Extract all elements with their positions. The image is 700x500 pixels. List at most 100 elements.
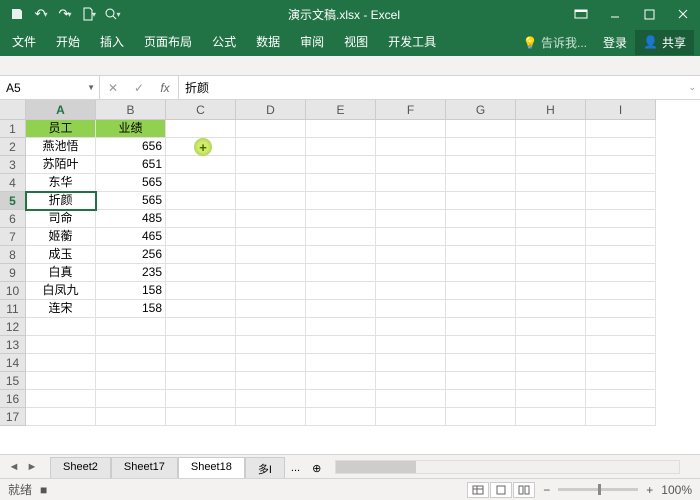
- cell[interactable]: [306, 156, 376, 174]
- cell[interactable]: 565: [96, 174, 166, 192]
- cell[interactable]: 158: [96, 282, 166, 300]
- cell[interactable]: [306, 174, 376, 192]
- cell[interactable]: [446, 210, 516, 228]
- cell[interactable]: [586, 408, 656, 426]
- cell[interactable]: [236, 390, 306, 408]
- cell[interactable]: [446, 174, 516, 192]
- tab-home[interactable]: 开始: [46, 28, 90, 56]
- cell[interactable]: [236, 138, 306, 156]
- formula-input[interactable]: [185, 81, 694, 95]
- cell[interactable]: [516, 174, 586, 192]
- cell[interactable]: [306, 318, 376, 336]
- cell[interactable]: 姬蘅: [26, 228, 96, 246]
- minimize-button[interactable]: [598, 0, 632, 28]
- row-header[interactable]: 14: [0, 354, 26, 372]
- view-page-layout[interactable]: [490, 482, 512, 498]
- cell[interactable]: [306, 354, 376, 372]
- tab-data[interactable]: 数据: [246, 28, 290, 56]
- tell-me[interactable]: 💡 告诉我...: [515, 34, 595, 51]
- cell[interactable]: [306, 192, 376, 210]
- cell[interactable]: [446, 228, 516, 246]
- cell[interactable]: [376, 156, 446, 174]
- cell[interactable]: [586, 336, 656, 354]
- cell[interactable]: 员工: [26, 120, 96, 138]
- cell[interactable]: [516, 354, 586, 372]
- view-page-break[interactable]: [513, 482, 535, 498]
- cell[interactable]: [376, 120, 446, 138]
- tab-insert[interactable]: 插入: [90, 28, 134, 56]
- new-icon[interactable]: ▾: [78, 3, 100, 25]
- tab-formulas[interactable]: 公式: [202, 28, 246, 56]
- print-preview-icon[interactable]: ▾: [102, 3, 124, 25]
- tab-review[interactable]: 审阅: [290, 28, 334, 56]
- col-header[interactable]: B: [96, 100, 166, 120]
- cell[interactable]: [306, 120, 376, 138]
- cell[interactable]: [446, 408, 516, 426]
- cell[interactable]: [376, 300, 446, 318]
- cell[interactable]: [306, 264, 376, 282]
- save-icon[interactable]: [6, 3, 28, 25]
- cell[interactable]: [166, 246, 236, 264]
- cell[interactable]: [236, 246, 306, 264]
- cell[interactable]: 东华: [26, 174, 96, 192]
- cell[interactable]: [586, 138, 656, 156]
- cell[interactable]: [26, 390, 96, 408]
- cell[interactable]: 651: [96, 156, 166, 174]
- tab-view[interactable]: 视图: [334, 28, 378, 56]
- cell[interactable]: [96, 354, 166, 372]
- macro-record-icon[interactable]: ■: [40, 483, 47, 497]
- cell[interactable]: [236, 282, 306, 300]
- cell[interactable]: [446, 336, 516, 354]
- cell[interactable]: [586, 120, 656, 138]
- row-header[interactable]: 13: [0, 336, 26, 354]
- sheet-tab[interactable]: 多I: [245, 457, 285, 480]
- cell[interactable]: [516, 192, 586, 210]
- cell[interactable]: [376, 138, 446, 156]
- row-header[interactable]: 10: [0, 282, 26, 300]
- cell[interactable]: [446, 138, 516, 156]
- cell[interactable]: [166, 120, 236, 138]
- cell[interactable]: [586, 318, 656, 336]
- cell[interactable]: [166, 210, 236, 228]
- col-header[interactable]: E: [306, 100, 376, 120]
- cell[interactable]: [516, 318, 586, 336]
- cell[interactable]: [306, 300, 376, 318]
- sheet-tab[interactable]: Sheet17: [111, 457, 178, 480]
- cell[interactable]: [376, 246, 446, 264]
- zoom-out[interactable]: −: [543, 483, 550, 497]
- name-box[interactable]: ▼: [0, 76, 100, 99]
- undo-icon[interactable]: ↶▾: [30, 3, 52, 25]
- cell[interactable]: [236, 210, 306, 228]
- col-header[interactable]: D: [236, 100, 306, 120]
- row-header[interactable]: 7: [0, 228, 26, 246]
- cell[interactable]: [586, 156, 656, 174]
- cell[interactable]: [236, 354, 306, 372]
- row-header[interactable]: 9: [0, 264, 26, 282]
- cell[interactable]: 256: [96, 246, 166, 264]
- cell[interactable]: [516, 210, 586, 228]
- redo-icon[interactable]: ↷▾: [54, 3, 76, 25]
- cell[interactable]: [516, 300, 586, 318]
- cell[interactable]: [166, 156, 236, 174]
- cell[interactable]: [306, 138, 376, 156]
- cell[interactable]: [96, 372, 166, 390]
- cell[interactable]: [236, 336, 306, 354]
- cell[interactable]: [586, 174, 656, 192]
- cell[interactable]: [516, 372, 586, 390]
- cell[interactable]: 158: [96, 300, 166, 318]
- cell[interactable]: [376, 390, 446, 408]
- cell[interactable]: [446, 390, 516, 408]
- cell[interactable]: [516, 390, 586, 408]
- scrollbar-thumb[interactable]: [336, 461, 416, 473]
- cell[interactable]: [446, 372, 516, 390]
- name-box-input[interactable]: [6, 81, 76, 95]
- row-header[interactable]: 12: [0, 318, 26, 336]
- row-header[interactable]: 1: [0, 120, 26, 138]
- cell[interactable]: [26, 372, 96, 390]
- cells-area[interactable]: 员工业绩燕池悟656苏陌叶651东华565折颜565司命485姬蘅465成玉25…: [26, 120, 700, 454]
- view-normal[interactable]: [467, 482, 489, 498]
- cell[interactable]: [376, 372, 446, 390]
- cell[interactable]: 235: [96, 264, 166, 282]
- cell[interactable]: [306, 372, 376, 390]
- row-header[interactable]: 11: [0, 300, 26, 318]
